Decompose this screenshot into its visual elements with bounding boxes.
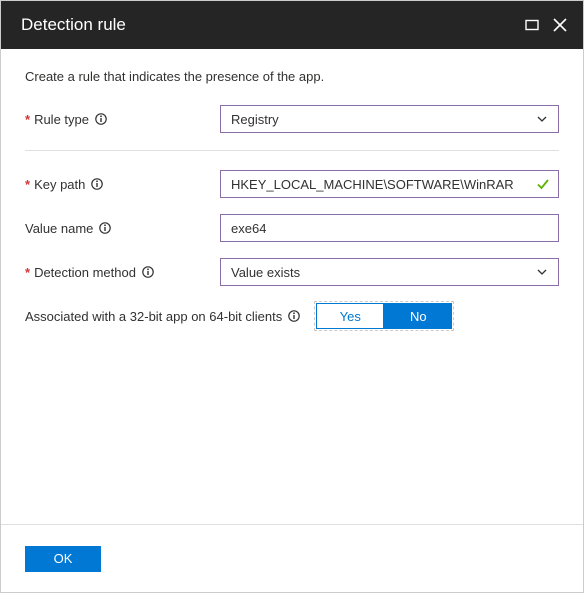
chevron-down-icon — [536, 266, 548, 278]
associated-row: Associated with a 32-bit app on 64-bit c… — [25, 301, 559, 331]
divider — [25, 150, 559, 151]
valid-checkmark-icon — [536, 177, 550, 191]
detection-method-select[interactable]: Value exists — [220, 258, 559, 286]
rule-type-label: * Rule type — [25, 112, 220, 127]
close-icon[interactable] — [553, 18, 567, 32]
detection-method-row: * Detection method Value exists — [25, 257, 559, 287]
toggle-no[interactable]: No — [384, 303, 452, 329]
associated-label-text: Associated with a 32-bit app on 64-bit c… — [25, 309, 282, 324]
dialog-footer: OK — [1, 524, 583, 592]
ok-button[interactable]: OK — [25, 546, 101, 572]
required-asterisk: * — [25, 265, 30, 280]
value-name-label: Value name — [25, 221, 220, 236]
key-path-input-wrap — [220, 170, 559, 198]
toggle-yes[interactable]: Yes — [316, 303, 384, 329]
key-path-label-text: Key path — [34, 177, 85, 192]
info-icon[interactable] — [99, 222, 111, 234]
associated-toggle: Yes No — [314, 301, 454, 331]
required-asterisk: * — [25, 112, 30, 127]
rule-type-value: Registry — [231, 112, 279, 127]
associated-label: Associated with a 32-bit app on 64-bit c… — [25, 309, 300, 324]
dialog-content: Create a rule that indicates the presenc… — [1, 49, 583, 524]
value-name-input-wrap — [220, 214, 559, 242]
key-path-row: * Key path — [25, 169, 559, 199]
detection-method-label: * Detection method — [25, 265, 220, 280]
info-icon[interactable] — [288, 310, 300, 322]
dialog-title: Detection rule — [21, 15, 126, 35]
required-asterisk: * — [25, 177, 30, 192]
value-name-label-text: Value name — [25, 221, 93, 236]
chevron-down-icon — [536, 113, 548, 125]
info-icon[interactable] — [91, 178, 103, 190]
info-icon[interactable] — [142, 266, 154, 278]
key-path-input[interactable] — [231, 177, 530, 192]
rule-type-row: * Rule type Registry — [25, 104, 559, 134]
value-name-input[interactable] — [231, 221, 548, 236]
value-name-row: Value name — [25, 213, 559, 243]
description-text: Create a rule that indicates the presenc… — [25, 69, 559, 84]
key-path-label: * Key path — [25, 177, 220, 192]
header-controls — [525, 18, 567, 32]
dialog-header: Detection rule — [1, 1, 583, 49]
detection-method-label-text: Detection method — [34, 265, 136, 280]
rule-type-select[interactable]: Registry — [220, 105, 559, 133]
rule-type-label-text: Rule type — [34, 112, 89, 127]
detection-method-value: Value exists — [231, 265, 300, 280]
maximize-icon[interactable] — [525, 18, 539, 32]
info-icon[interactable] — [95, 113, 107, 125]
